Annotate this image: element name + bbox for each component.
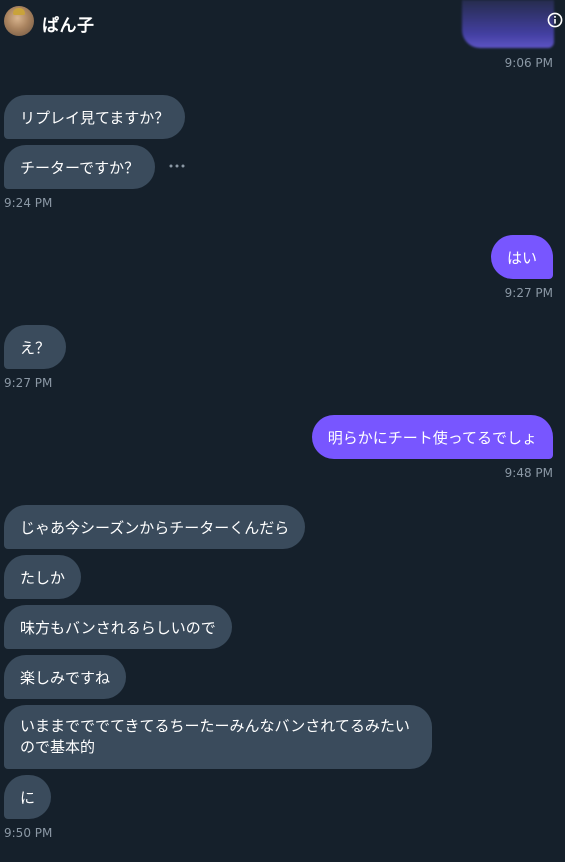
timestamp: 9:27 PM: [4, 376, 53, 390]
message-bubble-incoming[interactable]: いままでででてきてるちーたーみんなバンされてるみたいので基本的: [4, 705, 432, 769]
message-bubble-incoming[interactable]: 楽しみですね: [4, 655, 127, 699]
previous-outgoing-bubble: [462, 0, 554, 48]
info-icon[interactable]: [547, 12, 563, 28]
timestamp: 9:27 PM: [504, 286, 553, 300]
message-bubble-incoming[interactable]: に: [4, 775, 52, 819]
conversation-header: ぱん子: [0, 0, 565, 48]
message-bubble-incoming[interactable]: たしか: [4, 555, 82, 599]
timestamp: 9:06 PM: [504, 56, 553, 70]
message-bubble-incoming[interactable]: じゃあ今シーズンからチーターくんだら: [4, 505, 306, 549]
message-bubble-outgoing[interactable]: はい: [490, 235, 553, 279]
message-bubble-outgoing[interactable]: 明らかにチート使ってるでしょ: [311, 415, 553, 459]
message-bubble-incoming[interactable]: チーターですか？: [4, 145, 156, 189]
timestamp: 9:48 PM: [504, 466, 553, 480]
more-options-icon[interactable]: [168, 160, 186, 172]
avatar[interactable]: [4, 6, 34, 36]
conversation-username[interactable]: ぱん子: [42, 11, 95, 36]
message-bubble-incoming[interactable]: リプレイ見てますか？: [4, 95, 186, 139]
message-bubble-incoming[interactable]: 味方もバンされるらしいので: [4, 605, 232, 649]
message-bubble-incoming[interactable]: え？: [4, 325, 67, 369]
timestamp: 9:24 PM: [4, 196, 53, 210]
timestamp: 9:50 PM: [4, 826, 53, 840]
